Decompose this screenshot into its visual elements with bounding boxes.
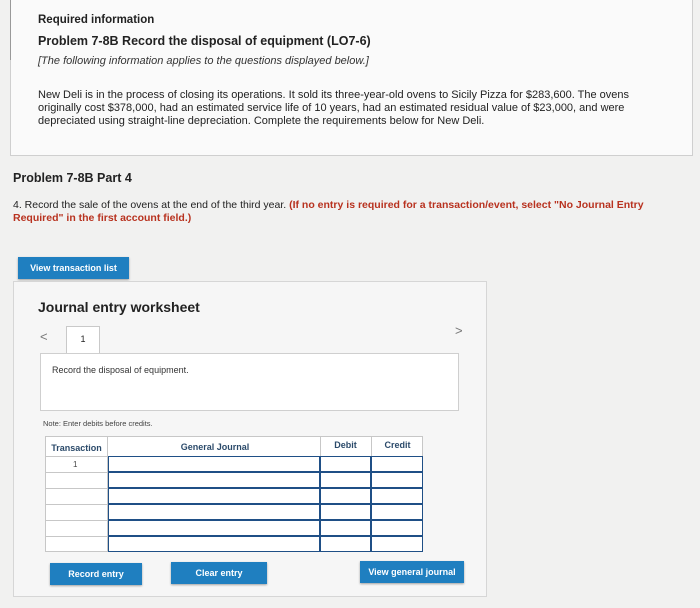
account-field[interactable] — [108, 536, 320, 552]
question-text: 4. Record the sale of the ovens at the e… — [13, 199, 287, 211]
info-left-divider — [10, 0, 11, 60]
debit-field[interactable] — [320, 520, 371, 536]
credit-field[interactable] — [371, 488, 423, 504]
prev-arrow-icon[interactable]: < — [40, 329, 48, 344]
record-prompt: Record the disposal of equipment. — [52, 365, 189, 375]
account-field[interactable] — [108, 504, 320, 520]
credit-field[interactable] — [371, 504, 423, 520]
account-field[interactable] — [108, 520, 320, 536]
debit-field[interactable] — [320, 488, 371, 504]
debit-field[interactable] — [320, 536, 371, 552]
debit-field[interactable] — [320, 456, 371, 472]
question: 4. Record the sale of the ovens at the e… — [13, 199, 683, 225]
credit-field[interactable] — [371, 456, 423, 472]
record-entry-button[interactable]: Record entry — [50, 563, 142, 585]
part-title: Problem 7-8B Part 4 — [13, 171, 132, 185]
record-prompt-panel — [40, 353, 459, 411]
problem-title: Problem 7-8B Record the disposal of equi… — [38, 34, 371, 48]
credit-field[interactable] — [371, 520, 423, 536]
debit-field[interactable] — [320, 472, 371, 488]
next-arrow-icon[interactable]: > — [455, 323, 463, 338]
transaction-number: 1 — [73, 460, 78, 469]
worksheet-tab-1[interactable]: 1 — [66, 326, 100, 354]
worksheet-title: Journal entry worksheet — [38, 299, 200, 315]
account-field[interactable] — [108, 456, 320, 472]
credit-field[interactable] — [371, 536, 423, 552]
clear-entry-button[interactable]: Clear entry — [171, 562, 267, 584]
col-credit-header: Credit — [384, 440, 411, 450]
credit-field[interactable] — [371, 472, 423, 488]
problem-description: New Deli is in the process of closing it… — [38, 89, 630, 127]
view-general-journal-button[interactable]: View general journal — [360, 561, 464, 583]
account-field[interactable] — [108, 472, 320, 488]
col-transaction-header: Transaction — [51, 443, 102, 453]
debit-field[interactable] — [320, 504, 371, 520]
account-field[interactable] — [108, 488, 320, 504]
debits-note: Note: Enter debits before credits. — [43, 419, 153, 428]
view-transaction-list-button[interactable]: View transaction list — [18, 257, 129, 279]
col-debit-header: Debit — [334, 440, 357, 450]
required-info-label: Required information — [38, 14, 155, 26]
col-general-journal-header: General Journal — [180, 442, 250, 452]
info-note: [The following information applies to th… — [38, 55, 369, 67]
